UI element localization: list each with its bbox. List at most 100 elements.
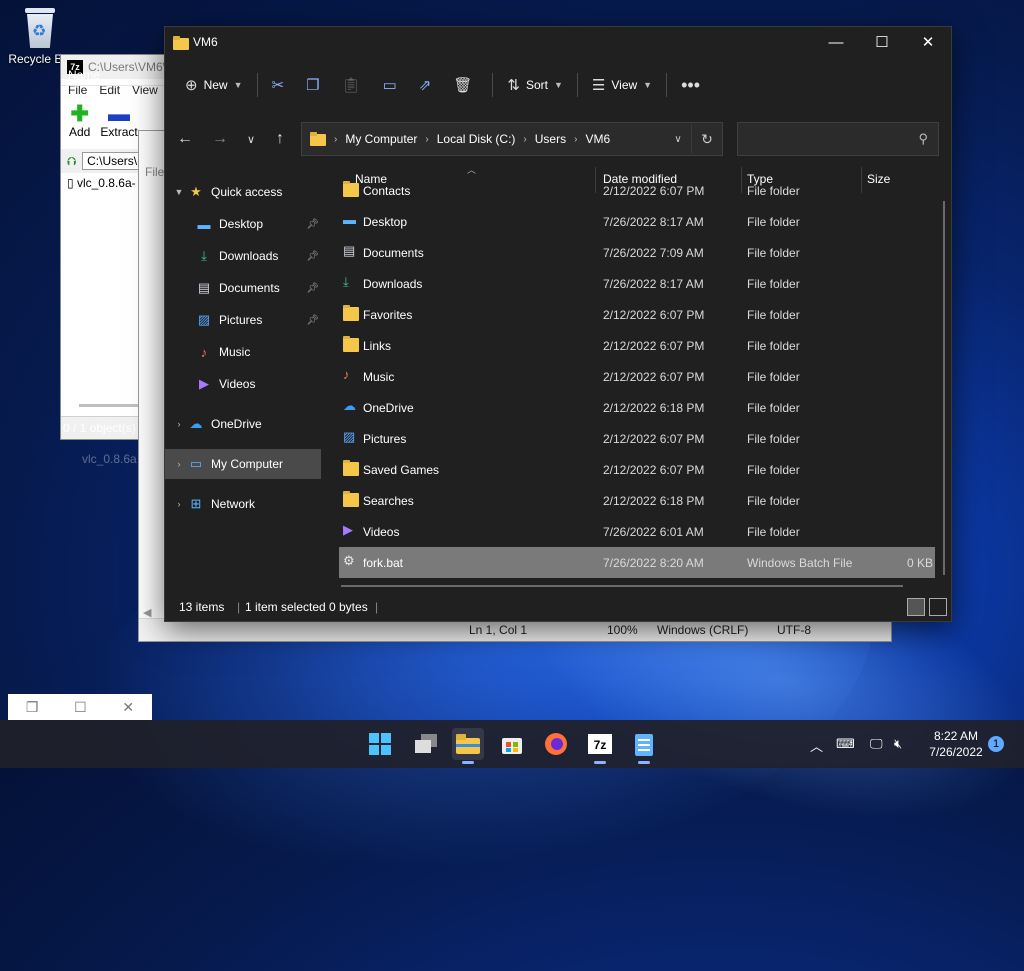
arrow-right-icon: → [212,130,228,147]
music-icon: ♪ [200,344,208,360]
new-button[interactable]: ⊕ New ▼ [177,69,251,101]
table-row[interactable]: Links 2/12/2022 6:07 PM File folder [339,330,935,361]
encoding: UTF-8 [777,623,811,637]
nav-item-videos[interactable]: ▶ Videos [165,369,321,399]
restore-icon[interactable]: ❐ [26,699,39,716]
notepad-menu-file[interactable]: File [145,165,164,179]
maximize-button[interactable]: ☐ [859,27,905,57]
view-button[interactable]: ☰ View ▼ [584,69,660,101]
table-row[interactable]: Searches 2/12/2022 6:18 PM File folder [339,485,935,516]
nav-item-documents[interactable]: ▤ Documents 📌︎ [165,273,321,303]
paste-button[interactable]: 📋︎ [334,69,375,101]
up-folder-icon[interactable]: ⮉ [67,154,76,169]
chevron-right-icon[interactable]: › [425,134,428,145]
table-row[interactable]: ▨ Pictures 2/12/2022 6:07 PM File folder [339,423,935,454]
nav-network[interactable]: › ⊞ Network [165,489,321,519]
close-button[interactable]: ✕ [905,27,951,57]
task-view-button[interactable] [410,728,442,760]
taskbar-notepad[interactable] [628,728,660,764]
refresh-button[interactable]: ↻ [691,124,722,154]
chevron-down-icon: ▼ [554,80,563,90]
nav-onedrive[interactable]: › ☁ OneDrive [165,409,321,439]
table-row[interactable]: Favorites 2/12/2022 6:07 PM File folder [339,299,935,330]
table-row[interactable]: ▬ Desktop 7/26/2022 8:17 AM File folder [339,206,935,237]
table-row[interactable]: Contacts 2/12/2022 6:07 PM File folder [339,175,935,206]
notification-badge[interactable]: 1 [988,736,1004,752]
plus-circle-icon: ⊕ [185,77,198,94]
chevron-down-icon[interactable]: ▼ [171,187,187,197]
file-type: File folder [747,432,800,446]
table-row[interactable]: Saved Games 2/12/2022 6:07 PM File folder [339,454,935,485]
horizontal-scrollbar[interactable] [341,585,903,587]
large-icons-view-icon[interactable] [929,598,947,616]
chevron-right-icon[interactable]: › [171,459,187,469]
restored-window-controls: ❐ ☐ ✕ [8,694,152,720]
delete-button[interactable]: 🗑︎ [445,69,486,101]
back-button[interactable]: ← [171,121,199,157]
start-button[interactable] [364,728,396,760]
nav-label: Videos [219,377,256,391]
sort-button[interactable]: ⇅ Sort ▼ [499,69,571,101]
cut-button[interactable]: ✂ [264,69,299,101]
table-row[interactable]: ♪ Music 2/12/2022 6:07 PM File folder [339,361,935,392]
table-row[interactable]: ▶ Videos 7/26/2022 6:01 AM File folder [339,516,935,547]
chevron-right-icon[interactable]: › [574,134,577,145]
minimize-button[interactable]: — [813,27,859,57]
forward-button[interactable]: → [206,121,234,157]
extract-label: Extract [100,125,138,139]
vertical-scrollbar[interactable] [943,201,945,575]
breadcrumb-users[interactable]: Users [535,132,566,146]
close-icon[interactable]: ✕ [122,699,134,716]
table-row[interactable]: ⚙ fork.bat 7/26/2022 8:20 AM Windows Batch … [339,547,935,578]
more-options-button[interactable]: ••• [673,69,714,101]
chevron-up-icon[interactable]: ︿ [810,736,823,755]
file-date-modified: 7/26/2022 8:20 AM [603,556,704,570]
file-date-modified: 2/12/2022 6:07 PM [603,339,705,353]
table-row[interactable]: ⤓ Downloads 7/26/2022 8:17 AM File folder [339,268,935,299]
search-input[interactable]: ⚲ [737,122,939,156]
extract-button[interactable]: ▬ Extract [100,103,137,149]
add-button[interactable]: ✚ Add [69,103,90,149]
file-name: Desktop [363,215,408,229]
address-bar[interactable]: › My Computer › Local Disk (C:) › Users … [301,122,723,156]
downloads-icon: ⤓ [343,274,349,289]
maximize-icon[interactable]: ☐ [74,699,87,716]
details-view-icon[interactable] [907,598,925,616]
copy-button[interactable]: ❐ [298,69,333,101]
explorer-titlebar[interactable]: VM6 — ☐ ✕ [165,27,951,57]
nav-my-computer[interactable]: › ▭ My Computer [165,449,321,479]
sevenzip-col-name[interactable]: Name [61,65,171,86]
file-name: Links [363,339,392,353]
nav-item-desktop[interactable]: ▬ Desktop 📌︎ [165,209,321,239]
folder-icon [343,336,359,352]
breadcrumb-vm6[interactable]: VM6 [585,132,610,146]
rename-button[interactable]: ▭ [375,69,411,101]
taskbar-7zip[interactable]: 7z [584,728,616,764]
taskbar-file-explorer[interactable] [452,728,484,764]
copy-icon: ❐ [306,77,320,94]
recent-locations-button[interactable]: ∨ [237,121,265,157]
clock[interactable]: 8:22 AM 7/26/2022 [920,728,992,760]
taskbar-firefox[interactable] [540,728,572,760]
chevron-right-icon[interactable]: › [334,134,337,145]
nav-item-downloads[interactable]: ⤓ Downloads 📌︎ [165,241,321,271]
chevron-right-icon[interactable]: › [523,134,526,145]
nav-item-music[interactable]: ♪ Music [165,337,321,367]
nav-item-pictures[interactable]: ▨ Pictures 📌︎ [165,305,321,335]
taskbar-store[interactable] [496,728,528,760]
chevron-right-icon[interactable]: › [171,419,187,429]
table-row[interactable]: ☁ OneDrive 2/12/2022 6:18 PM File folder [339,392,935,423]
address-history-button[interactable]: ∨ [665,134,691,145]
up-button[interactable]: ↑ [266,121,294,157]
share-button[interactable]: ⇗ [411,69,446,101]
table-row[interactable]: ▤ Documents 7/26/2022 7:09 AM File folder [339,237,935,268]
keyboard-icon[interactable]: ⌨ [836,736,855,752]
file-explorer-window[interactable]: VM6 — ☐ ✕ ⊕ New ▼ ✂ ❐ 📋︎ ▭ ⇗ 🗑︎ ⇅ Sort ▼… [164,26,952,622]
breadcrumb-my-computer[interactable]: My Computer [345,132,417,146]
nav-label: Quick access [211,185,283,199]
nav-quick-access[interactable]: ▼ ★ Quick access [165,177,321,207]
chevron-right-icon[interactable]: › [171,499,187,509]
monitor-icon[interactable]: 🖵︎ [870,736,883,752]
volume-muted-icon[interactable]: 🔇︎ [894,736,902,752]
breadcrumb-local-disk[interactable]: Local Disk (C:) [437,132,516,146]
